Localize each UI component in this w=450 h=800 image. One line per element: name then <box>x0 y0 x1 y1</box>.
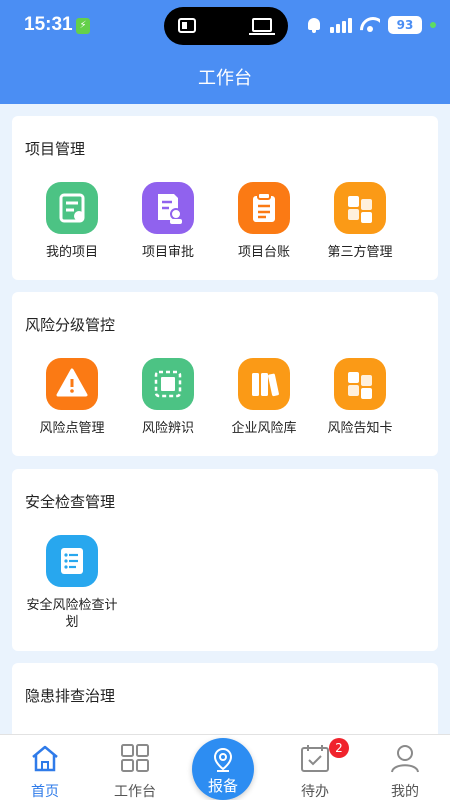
top-bar: 15:31 ⚡ 93 工作台 <box>0 0 450 104</box>
status-bar: 15:31 ⚡ 93 <box>0 0 450 52</box>
menu-item-label: 第三方管理 <box>327 245 393 260</box>
books-icon <box>238 358 290 410</box>
privacy-dot-icon <box>430 22 436 28</box>
menu-item-safety-plan[interactable]: 安全风险检查计划 <box>24 535 120 631</box>
approval-doc-icon <box>142 182 194 234</box>
tab-label: 工作台 <box>114 784 156 800</box>
section-title: 隐患排查治理 <box>25 687 116 705</box>
section-project-management: 项目管理 我的项目 项目审批 项目台账 第三方管理 <box>12 116 438 280</box>
menu-item-label: 安全风险检查计划 <box>26 598 118 630</box>
app-window-icon <box>178 18 196 33</box>
user-icon <box>391 745 419 773</box>
todo-badge: 2 <box>329 738 349 758</box>
section-hazard-governance: 隐患排查治理 <box>12 663 438 743</box>
laptop-icon <box>249 18 275 35</box>
battery-indicator: 93 <box>388 16 422 34</box>
section-title: 安全检查管理 <box>25 493 116 511</box>
blocks-icon <box>334 182 386 234</box>
menu-item-project-approval[interactable]: 项目审批 <box>120 182 216 261</box>
section-risk-control: 风险分级管控 风险点管理 风险辨识 企业风险库 风险告知卡 <box>12 292 438 456</box>
report-label: 报备 <box>207 777 238 795</box>
menu-item-label: 我的项目 <box>45 245 98 260</box>
tab-mine[interactable]: 我的 <box>360 743 450 800</box>
clipboard-icon <box>238 182 290 234</box>
menu-item-risk-points[interactable]: 风险点管理 <box>24 358 120 437</box>
tab-label: 我的 <box>391 784 419 800</box>
menu-item-project-ledger[interactable]: 项目台账 <box>216 182 312 261</box>
menu-item-label: 风险点管理 <box>39 421 105 436</box>
blocks-icon <box>334 358 386 410</box>
menu-item-risk-card[interactable]: 风险告知卡 <box>312 358 408 437</box>
calendar-check-icon <box>301 745 329 772</box>
location-pin-icon <box>213 747 233 772</box>
menu-item-label: 风险告知卡 <box>327 421 393 436</box>
report-button[interactable]: 报备 <box>192 738 254 800</box>
project-doc-icon <box>46 182 98 234</box>
section-title: 项目管理 <box>25 140 86 158</box>
menu-item-label: 项目审批 <box>141 245 194 260</box>
tab-label: 首页 <box>31 784 59 800</box>
checklist-icon <box>46 535 98 587</box>
home-icon <box>32 745 58 772</box>
grid-icon <box>121 744 149 772</box>
warning-icon <box>46 358 98 410</box>
menu-item-third-party[interactable]: 第三方管理 <box>312 182 408 261</box>
bell-icon <box>306 16 322 34</box>
menu-item-label: 风险辨识 <box>141 421 194 436</box>
dynamic-island <box>164 7 288 45</box>
section-safety-inspection: 安全检查管理 安全风险检查计划 <box>12 469 438 651</box>
cellular-signal-icon <box>330 17 352 33</box>
menu-item-risk-identify[interactable]: 风险辨识 <box>120 358 216 437</box>
scan-frame-icon <box>142 358 194 410</box>
tab-workbench[interactable]: 工作台 <box>90 743 180 800</box>
section-title: 风险分级管控 <box>25 316 116 334</box>
charging-icon: ⚡ <box>76 18 90 34</box>
page-title: 工作台 <box>198 68 252 89</box>
wifi-icon <box>360 17 380 33</box>
menu-item-label: 项目台账 <box>237 245 290 260</box>
menu-item-my-projects[interactable]: 我的项目 <box>24 182 120 261</box>
status-time: 15:31 <box>24 14 73 35</box>
tab-label: 待办 <box>301 784 329 800</box>
menu-item-label: 企业风险库 <box>231 421 297 436</box>
tab-home[interactable]: 首页 <box>0 743 90 800</box>
menu-item-risk-library[interactable]: 企业风险库 <box>216 358 312 437</box>
